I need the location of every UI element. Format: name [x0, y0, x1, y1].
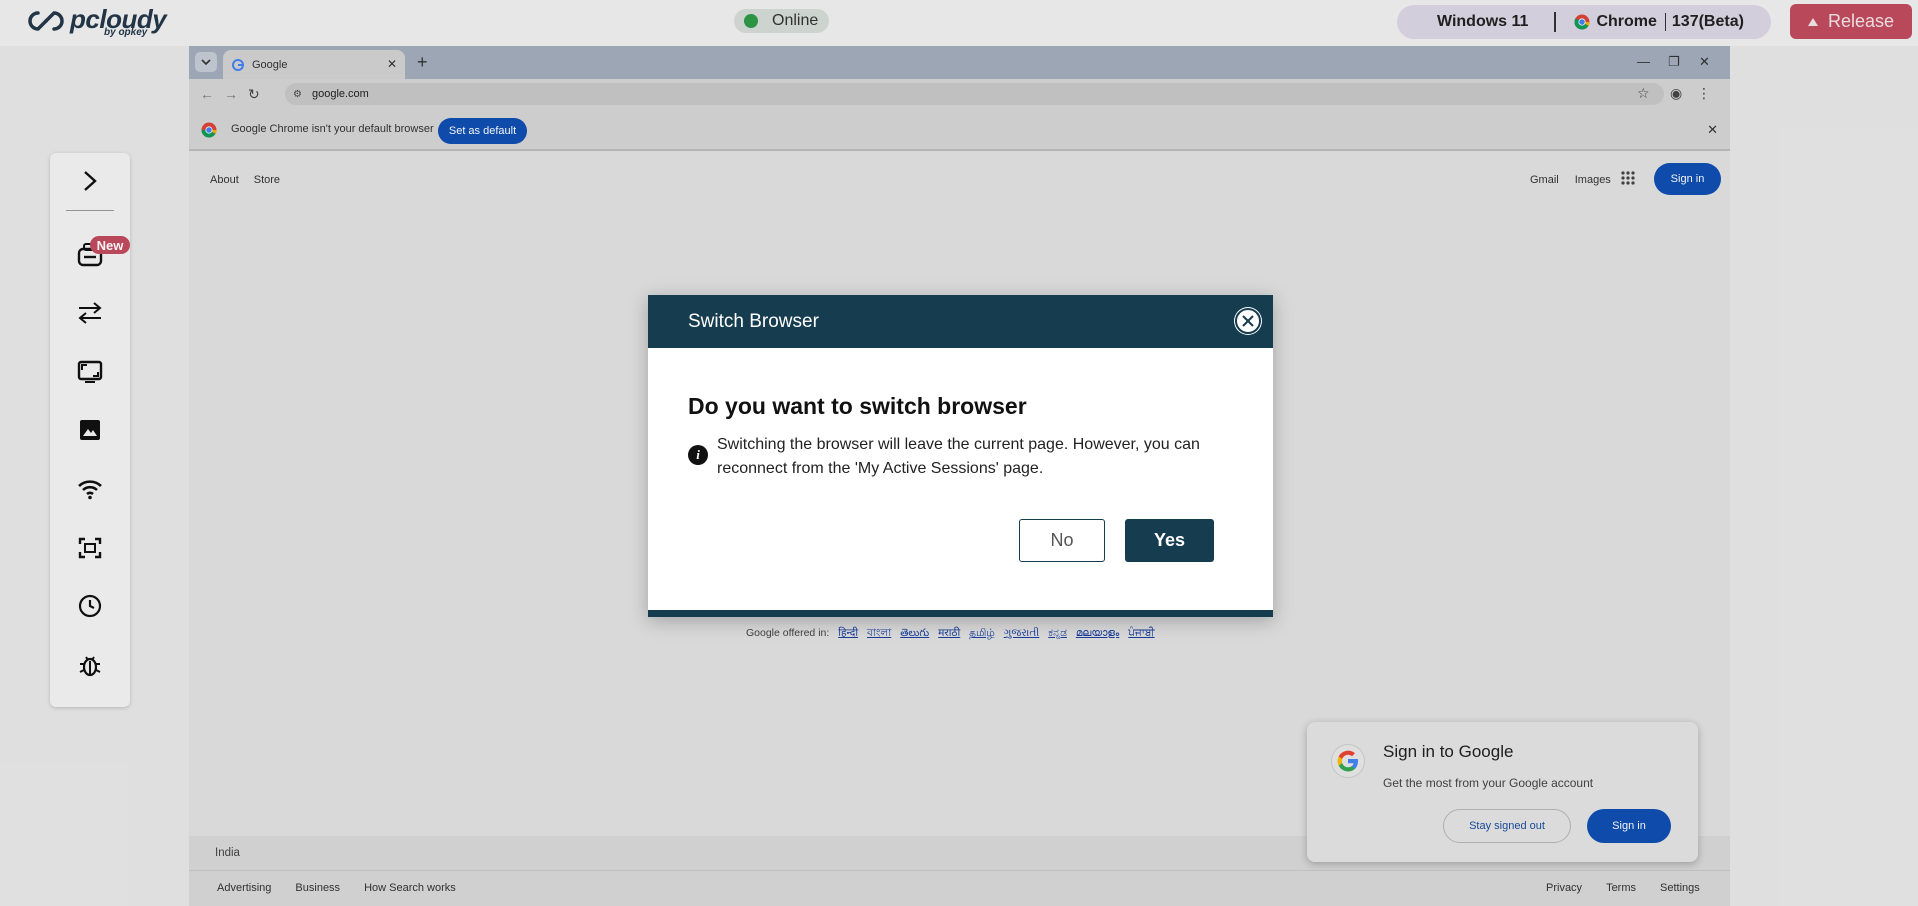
yes-button[interactable]: Yes [1125, 519, 1214, 562]
dialog-header: Switch Browser [648, 295, 1273, 348]
dialog-footer-bar [648, 610, 1273, 617]
no-button[interactable]: No [1019, 519, 1105, 562]
info-icon: i [688, 445, 708, 465]
dialog-close-button[interactable] [1235, 308, 1261, 334]
dialog-question: Do you want to switch browser [688, 393, 1027, 419]
switch-browser-dialog: Switch Browser Do you want to switch bro… [648, 295, 1273, 617]
close-icon [1242, 315, 1254, 327]
dialog-title: Switch Browser [688, 311, 819, 332]
dialog-message: Switching the browser will leave the cur… [717, 436, 1200, 477]
